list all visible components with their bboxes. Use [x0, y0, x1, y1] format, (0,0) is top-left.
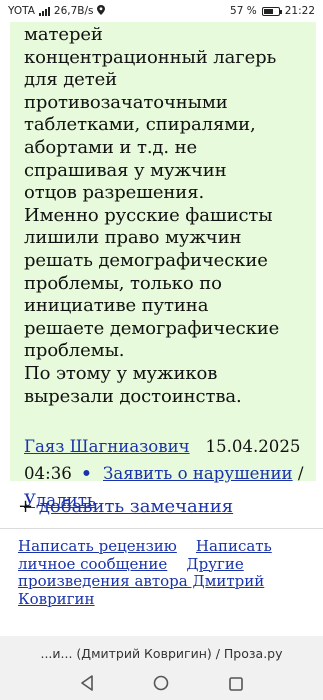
- network-speed: 26,7B/s: [53, 5, 94, 17]
- comment-line: Именно русские фашисты: [24, 204, 273, 226]
- address-text: ...и... (Дмитрий Ковригин) / Проза.ру: [40, 645, 283, 661]
- add-note: + добавить замечания: [18, 496, 233, 517]
- comment-line: матерей: [24, 24, 103, 45]
- comment-line: вырезали достоинства.: [24, 385, 242, 407]
- comment-text: матерей концентрационный лагерь для дете…: [24, 24, 308, 408]
- comment-time: 04:36: [24, 464, 72, 484]
- status-bar: YOTA 26,7B/s 57 % 21:22: [0, 0, 323, 22]
- battery-percent: 57 %: [230, 5, 257, 17]
- bottom-links: Написать рецензию Написать личное сообще…: [18, 537, 318, 608]
- comment-line: лишили право мужчин: [24, 227, 242, 249]
- clock: 21:22: [284, 5, 315, 17]
- comment-line: проблемы.: [24, 340, 125, 362]
- bullet-separator: •: [81, 463, 92, 484]
- comment-line: проблемы, только по: [24, 272, 222, 294]
- comment-card: матерей концентрационный лагерь для дете…: [10, 0, 316, 510]
- comment-line: спрашивая у мужчин: [24, 159, 227, 181]
- comment-line: концентрационный лагерь: [24, 46, 277, 68]
- link-separator: /: [297, 464, 304, 484]
- comment-line: абортами и т.д. не: [24, 136, 198, 158]
- comment-line: таблетками, спиралями,: [24, 114, 256, 136]
- system-nav-bar: [0, 670, 323, 700]
- comment-line: решаете демографические: [24, 317, 280, 339]
- report-link[interactable]: Заявить о нарушении: [103, 464, 293, 483]
- author-link[interactable]: Гаяз Шагниазович: [24, 437, 190, 456]
- back-icon[interactable]: [80, 675, 94, 695]
- address-bar[interactable]: ...и... (Дмитрий Ковригин) / Проза.ру: [0, 636, 323, 670]
- comment-line: отцов разрешения.: [24, 182, 205, 204]
- comment-line: инициативе путина: [24, 295, 209, 317]
- battery-icon: [261, 6, 282, 16]
- comment-line: для детей: [24, 69, 118, 91]
- comment-line: решать демографические: [24, 249, 268, 271]
- signal-icon: [38, 6, 50, 16]
- home-icon[interactable]: [153, 675, 169, 695]
- comment-line: противозачаточными: [24, 91, 228, 113]
- comment-date: 15.04.2025: [205, 437, 301, 457]
- location-icon: [97, 4, 106, 18]
- divider: [0, 528, 323, 529]
- write-review-link[interactable]: Написать рецензию: [18, 537, 177, 555]
- plus-sign: +: [18, 496, 34, 517]
- comment-line: По этому у мужиков: [24, 362, 218, 384]
- recent-apps-icon[interactable]: [229, 676, 243, 695]
- carrier-label: YOTA: [8, 5, 35, 17]
- add-note-link[interactable]: добавить замечания: [39, 496, 233, 517]
